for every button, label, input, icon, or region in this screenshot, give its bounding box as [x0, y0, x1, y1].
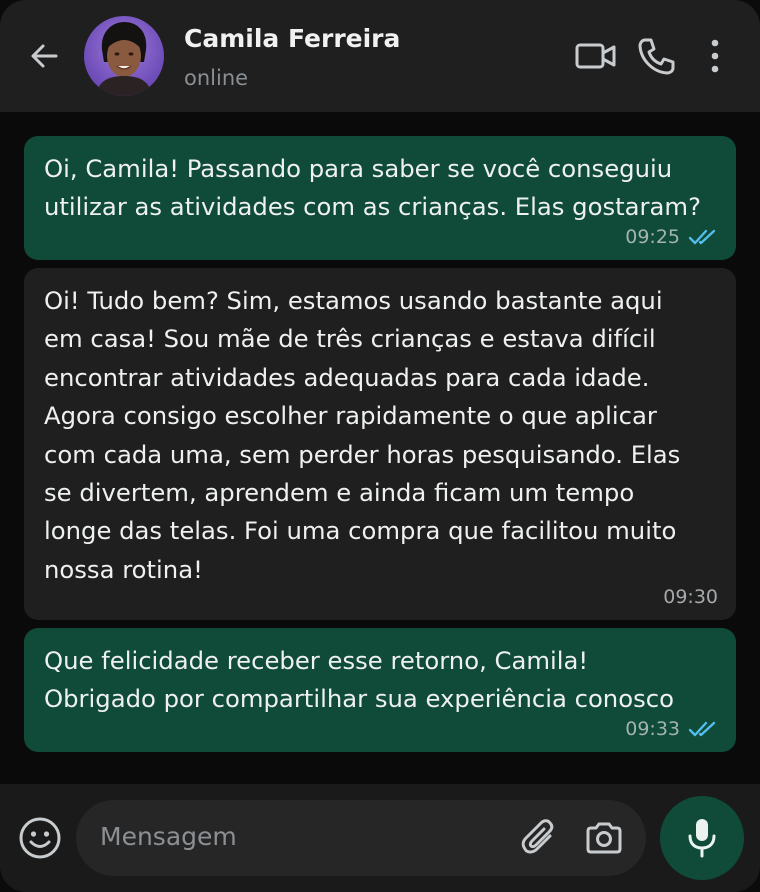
more-vertical-icon[interactable]	[700, 36, 730, 76]
message-text: Oi! Tudo bem? Sim, estamos usando bastan…	[44, 286, 681, 584]
paperclip-icon[interactable]	[520, 818, 560, 858]
message-list[interactable]: Oi, Camila! Passando para saber se você …	[0, 112, 760, 784]
message-input-placeholder: Mensagem	[100, 822, 237, 851]
message-time: 09:30	[663, 586, 718, 608]
phone-icon[interactable]	[636, 36, 676, 76]
read-ticks-icon	[688, 721, 716, 737]
message-bubble-outgoing[interactable]: Que felicidade receber esse retorno, Cam…	[24, 628, 736, 752]
read-ticks-icon	[688, 229, 716, 245]
back-arrow-icon[interactable]	[24, 36, 64, 76]
contact-avatar[interactable]	[84, 16, 164, 96]
message-input[interactable]: Mensagem	[76, 800, 646, 876]
camera-icon[interactable]	[584, 818, 624, 858]
video-camera-icon[interactable]	[574, 36, 618, 76]
message-text: Oi, Camila! Passando para saber se você …	[44, 154, 701, 222]
smiley-icon[interactable]	[18, 816, 62, 860]
composer-bar: Mensagem	[0, 784, 760, 892]
contact-name[interactable]: Camila Ferreira	[184, 24, 400, 53]
contact-status: online	[184, 66, 249, 90]
message-text: Que felicidade receber esse retorno, Cam…	[44, 646, 674, 714]
message-meta: 09:30	[663, 586, 718, 608]
message-meta: 09:33	[625, 718, 718, 740]
microphone-button[interactable]	[660, 796, 744, 880]
chat-header: Camila Ferreira online	[0, 0, 760, 112]
chat-screen: Camila Ferreira online Oi, Camila! Passa…	[0, 0, 760, 892]
message-bubble-outgoing[interactable]: Oi, Camila! Passando para saber se você …	[24, 136, 736, 260]
message-time: 09:25	[625, 226, 680, 248]
message-time: 09:33	[625, 718, 680, 740]
message-bubble-incoming[interactable]: Oi! Tudo bem? Sim, estamos usando bastan…	[24, 268, 736, 620]
message-meta: 09:25	[625, 226, 718, 248]
microphone-icon	[688, 819, 716, 858]
